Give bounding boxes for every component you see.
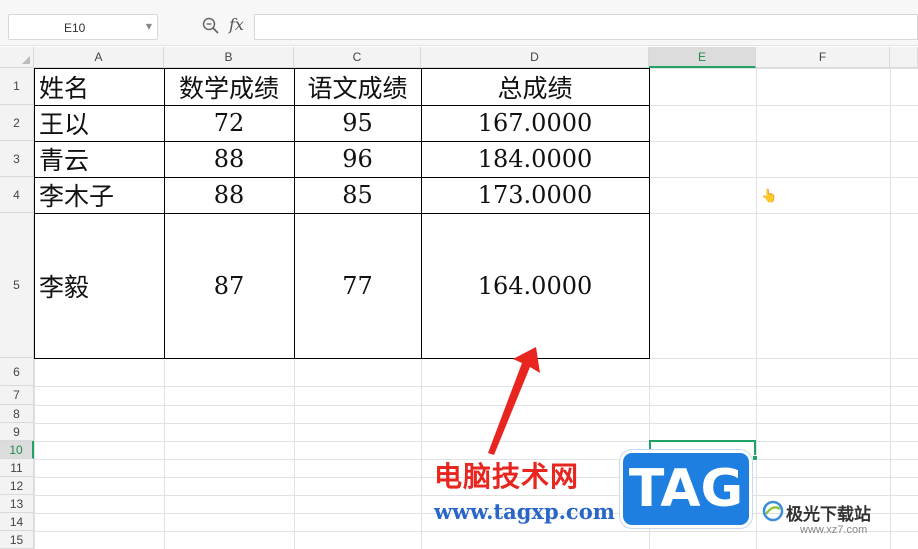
watermark-brand-url: www.xz7.com <box>800 524 868 536</box>
cell-math-row3[interactable]: 88 <box>164 141 294 177</box>
row-header-1[interactable]: 1 <box>0 68 34 105</box>
cell-header-chinese[interactable]: 语文成绩 <box>294 68 421 105</box>
watermark-url: www.tagxp.com <box>434 499 615 524</box>
cell-header-name[interactable]: 姓名 <box>34 68 164 105</box>
cell-math-row2[interactable]: 72 <box>164 105 294 141</box>
cell-chinese-row3[interactable]: 96 <box>294 141 421 177</box>
row-header-4[interactable]: 4 <box>0 177 34 213</box>
select-all-icon[interactable] <box>0 47 34 68</box>
table-border-horizontal <box>34 358 650 359</box>
cell-header-math[interactable]: 数学成绩 <box>164 68 294 105</box>
gridline-horizontal <box>34 423 918 424</box>
cell-math-row5[interactable]: 87 <box>164 213 294 358</box>
row-header-10[interactable]: 10 <box>0 441 34 459</box>
column-header-g[interactable] <box>890 47 918 68</box>
column-header-f[interactable]: F <box>756 47 890 68</box>
row-header-2[interactable]: 2 <box>0 105 34 141</box>
gridline-horizontal <box>34 386 918 387</box>
gridline-horizontal <box>34 441 918 442</box>
cell-total-row5[interactable]: 164.0000 <box>421 213 649 358</box>
row-header-5[interactable]: 5 <box>0 213 34 358</box>
row-header-8[interactable]: 8 <box>0 405 34 423</box>
row-header-12[interactable]: 12 <box>0 477 34 495</box>
row-header-13[interactable]: 13 <box>0 495 34 513</box>
gridline-horizontal <box>34 495 918 496</box>
watermark-tag-logo: TAG <box>620 450 752 528</box>
cell-name-row4[interactable]: 李木子 <box>34 177 164 213</box>
row-header-6[interactable]: 6 <box>0 358 34 386</box>
cell-chinese-row5[interactable]: 77 <box>294 213 421 358</box>
cell-total-row4[interactable]: 173.0000 <box>421 177 649 213</box>
column-header-a[interactable]: A <box>34 47 164 68</box>
cell-chinese-row4[interactable]: 85 <box>294 177 421 213</box>
row-header-11[interactable]: 11 <box>0 459 34 477</box>
cell-name-row5[interactable]: 李毅 <box>34 213 164 358</box>
row-header-14[interactable]: 14 <box>0 513 34 531</box>
cell-total-row3[interactable]: 184.0000 <box>421 141 649 177</box>
cell-name-row2[interactable]: 王以 <box>34 105 164 141</box>
cell-math-row4[interactable]: 88 <box>164 177 294 213</box>
gridline-horizontal <box>34 531 918 532</box>
red-arrow-icon <box>488 347 540 455</box>
fill-handle[interactable] <box>752 455 758 461</box>
cell-name-row3[interactable]: 青云 <box>34 141 164 177</box>
column-header-e[interactable]: E <box>649 47 756 68</box>
hand-cursor-icon: 👆 <box>761 189 777 204</box>
row-header-15[interactable]: 15 <box>0 531 34 549</box>
row-header-7[interactable]: 7 <box>0 386 34 405</box>
column-header-d[interactable]: D <box>421 47 649 68</box>
cell-header-total[interactable]: 总成绩 <box>421 68 649 105</box>
gridline-horizontal <box>34 405 918 406</box>
row-header-9[interactable]: 9 <box>0 423 34 441</box>
row-header-3[interactable]: 3 <box>0 141 34 177</box>
watermark-site-name: 电脑技术网 <box>434 460 580 493</box>
cell-total-row2[interactable]: 167.0000 <box>421 105 649 141</box>
cell-chinese-row2[interactable]: 95 <box>294 105 421 141</box>
column-header-b[interactable]: B <box>164 47 294 68</box>
column-header-c[interactable]: C <box>294 47 421 68</box>
watermark-brand: 极光下载站 <box>786 505 871 525</box>
watermark-brand-logo-icon <box>762 500 784 522</box>
